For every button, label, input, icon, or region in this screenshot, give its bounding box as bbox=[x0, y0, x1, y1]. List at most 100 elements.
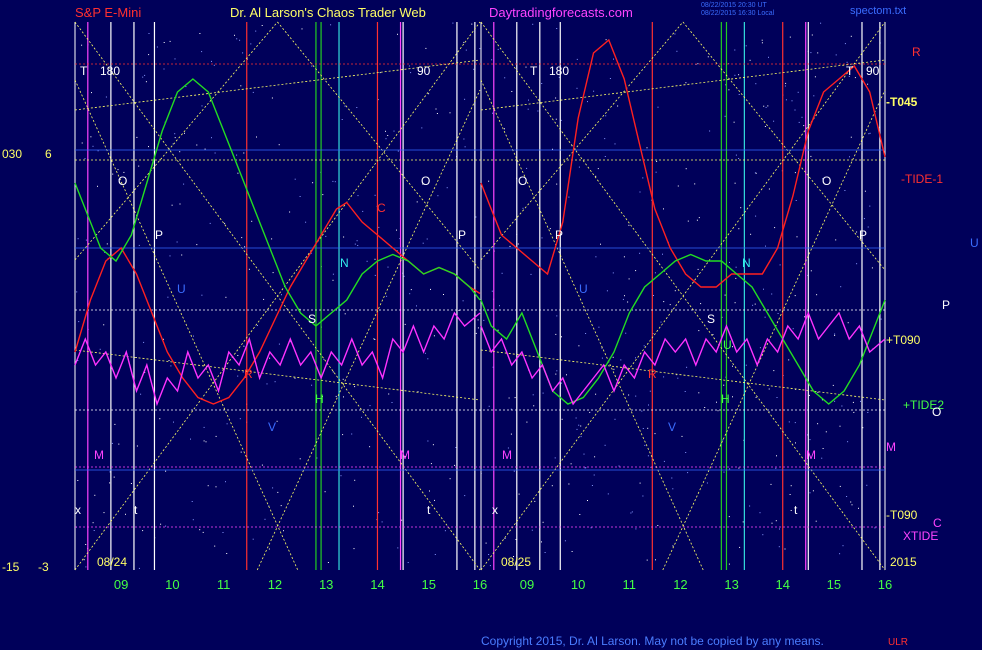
star bbox=[429, 490, 430, 492]
star bbox=[342, 378, 344, 380]
diagonal-line bbox=[74, 79, 299, 571]
star bbox=[867, 83, 869, 85]
star bbox=[556, 370, 558, 372]
star bbox=[409, 293, 411, 295]
star bbox=[499, 305, 500, 307]
star bbox=[554, 457, 556, 459]
day1-tag-h: H bbox=[315, 392, 324, 406]
star bbox=[631, 511, 633, 513]
x-tick-label: 14 bbox=[775, 577, 789, 592]
star bbox=[97, 185, 98, 187]
day2-tag-u: U bbox=[579, 282, 588, 296]
star bbox=[464, 495, 466, 497]
star bbox=[173, 421, 174, 423]
star bbox=[835, 239, 837, 241]
star bbox=[613, 58, 614, 60]
star bbox=[788, 421, 790, 423]
star bbox=[211, 60, 212, 62]
star bbox=[817, 391, 819, 393]
star bbox=[234, 34, 235, 36]
star bbox=[226, 553, 228, 554]
page-title: Dr. Al Larson's Chaos Trader Web bbox=[230, 5, 426, 20]
star bbox=[257, 325, 258, 326]
star bbox=[790, 485, 792, 487]
star bbox=[775, 467, 777, 469]
x-tick-label: 16 bbox=[473, 577, 487, 592]
star bbox=[752, 304, 754, 306]
star bbox=[674, 33, 676, 35]
star bbox=[342, 434, 344, 436]
star bbox=[378, 512, 380, 514]
star bbox=[255, 30, 257, 32]
star bbox=[724, 115, 726, 117]
star bbox=[163, 68, 165, 70]
star bbox=[706, 482, 708, 484]
star bbox=[815, 520, 817, 522]
star bbox=[732, 346, 733, 348]
star bbox=[685, 452, 687, 453]
series-line-xtide bbox=[74, 311, 481, 407]
star bbox=[138, 165, 140, 167]
day2-tag-u2: U bbox=[723, 338, 732, 352]
x-tick-label: 13 bbox=[319, 577, 333, 592]
day2-date: 08/25 bbox=[501, 555, 532, 569]
star bbox=[816, 294, 818, 296]
star bbox=[252, 538, 254, 540]
star bbox=[341, 119, 343, 120]
star bbox=[517, 243, 519, 245]
star bbox=[585, 467, 587, 469]
star bbox=[436, 113, 438, 114]
day2-tag-p1: P bbox=[555, 228, 564, 242]
star bbox=[272, 487, 274, 489]
series-line-tide2 bbox=[74, 78, 481, 327]
star bbox=[353, 548, 355, 550]
star bbox=[755, 215, 757, 217]
star bbox=[432, 444, 434, 446]
star bbox=[624, 295, 625, 297]
star bbox=[762, 534, 764, 536]
star bbox=[779, 528, 780, 530]
star bbox=[642, 428, 644, 429]
star bbox=[378, 226, 380, 228]
day2-tag-t1: t bbox=[794, 503, 798, 517]
star bbox=[851, 504, 853, 506]
star bbox=[697, 268, 699, 270]
star bbox=[867, 226, 869, 228]
star bbox=[625, 332, 627, 334]
star bbox=[427, 358, 429, 360]
star bbox=[167, 296, 169, 298]
x-tick-label: 09 bbox=[520, 577, 534, 592]
star bbox=[263, 298, 265, 300]
star bbox=[526, 167, 528, 169]
star bbox=[605, 39, 607, 41]
star bbox=[156, 46, 158, 48]
star bbox=[821, 457, 823, 459]
star bbox=[544, 552, 546, 553]
star bbox=[635, 270, 637, 272]
star bbox=[614, 418, 616, 420]
star bbox=[114, 423, 116, 425]
star bbox=[571, 551, 573, 552]
star bbox=[492, 112, 493, 114]
star bbox=[203, 440, 205, 442]
star bbox=[798, 121, 800, 123]
site-link[interactable]: Daytradingforecasts.com bbox=[489, 5, 633, 20]
star bbox=[211, 137, 212, 139]
star bbox=[479, 48, 481, 50]
year-label: 2015 bbox=[890, 555, 917, 569]
right-label-o: O bbox=[932, 405, 942, 419]
x-tick-label: 16 bbox=[878, 577, 892, 592]
star bbox=[628, 394, 630, 396]
star bbox=[250, 43, 252, 45]
star bbox=[251, 220, 253, 222]
star bbox=[485, 542, 487, 544]
star bbox=[434, 499, 435, 501]
star bbox=[681, 435, 683, 437]
star bbox=[449, 112, 451, 114]
star bbox=[549, 228, 551, 230]
star bbox=[849, 156, 850, 158]
star bbox=[510, 408, 512, 410]
star bbox=[768, 56, 769, 58]
star bbox=[123, 171, 125, 173]
star bbox=[205, 441, 207, 443]
